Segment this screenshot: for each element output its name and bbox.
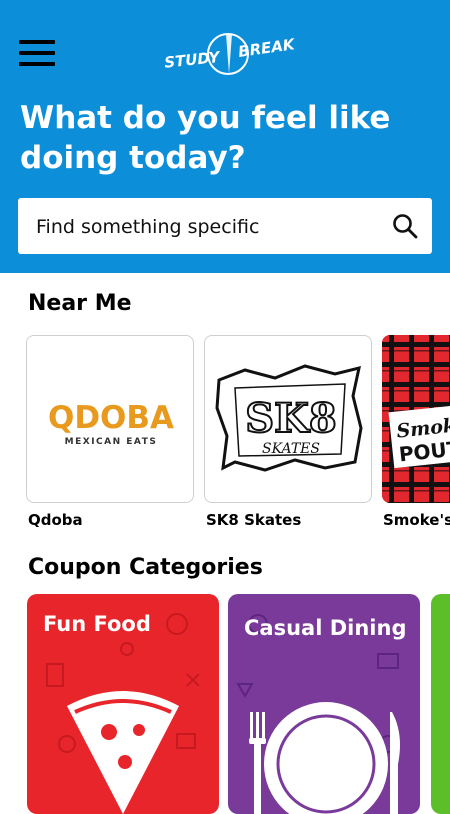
qdoba-logo: QDOBA MEXICAN EATS (48, 400, 174, 447)
app-header: STUDY BREAK What do you feel like doing … (0, 0, 450, 273)
category-third[interactable] (431, 594, 450, 814)
near-me-name-smokes[interactable]: Smoke's (383, 511, 450, 529)
near-me-card-qdoba[interactable]: QDOBA MEXICAN EATS (26, 335, 194, 503)
smokes-logo: Smoke POUT (382, 335, 450, 503)
search-bar[interactable] (18, 198, 432, 256)
study-break-logo: STUDY BREAK (163, 33, 295, 75)
search-icon[interactable] (392, 213, 418, 239)
sk8-logo-subtext: SKATES (262, 441, 320, 457)
search-input[interactable] (34, 198, 378, 256)
near-me-name-sk8[interactable]: SK8 Skates (206, 511, 301, 529)
category-label-casual-dining: Casual Dining (244, 616, 407, 640)
near-me-title: Near Me (28, 291, 132, 316)
coupon-categories-title: Coupon Categories (28, 555, 263, 580)
near-me-name-qdoba[interactable]: Qdoba (28, 511, 83, 529)
svg-text:BREAK: BREAK (237, 35, 295, 61)
hamburger-menu-icon[interactable] (19, 40, 55, 70)
category-casual-dining[interactable]: Casual Dining (228, 594, 420, 814)
page-headline: What do you feel like doing today? (20, 100, 391, 176)
category-label-fun-food: Fun Food (43, 612, 151, 636)
sk8-logo-text: SK8 (245, 395, 336, 442)
near-me-card-smokes[interactable]: Smoke POUT (382, 335, 450, 503)
near-me-card-sk8[interactable]: SK8 SKATES (204, 335, 372, 503)
sk8-logo: SK8 SKATES (215, 364, 363, 472)
qdoba-logo-subtext: MEXICAN EATS (65, 437, 158, 447)
qdoba-logo-text: QDOBA (48, 400, 174, 436)
category-fun-food[interactable]: Fun Food (27, 594, 219, 814)
